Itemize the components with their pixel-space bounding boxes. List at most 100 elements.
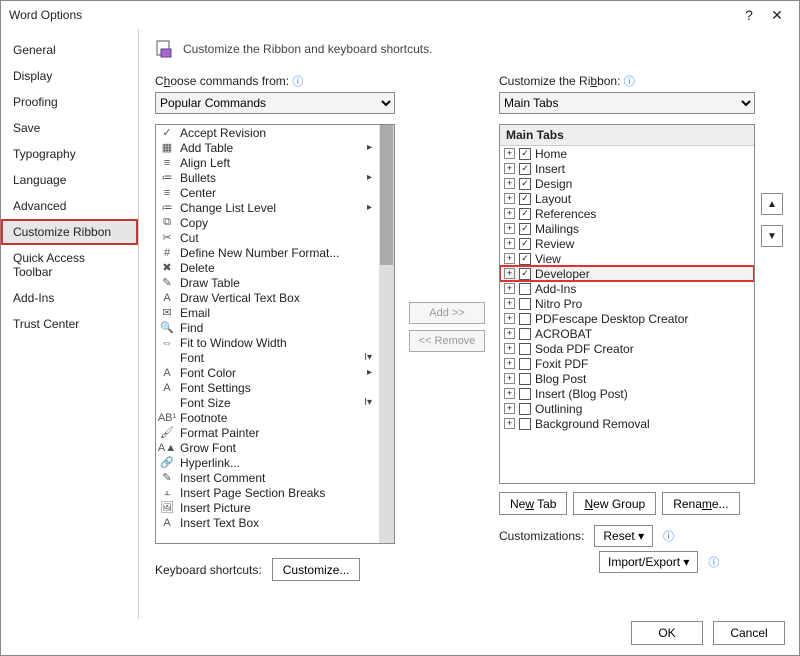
tab-checkbox[interactable]: ✓ — [519, 163, 531, 175]
info-icon[interactable]: ⓘ — [624, 76, 635, 88]
command-item[interactable]: ≡Center — [156, 185, 394, 200]
expand-icon[interactable]: + — [504, 343, 515, 354]
command-item[interactable]: AB¹Footnote — [156, 410, 394, 425]
tab-checkbox[interactable]: ✓ — [519, 148, 531, 160]
sidebar-item-display[interactable]: Display — [1, 63, 138, 89]
tab-checkbox[interactable] — [519, 343, 531, 355]
tab-item-add-ins[interactable]: +Add-Ins — [500, 281, 754, 296]
sidebar-item-proofing[interactable]: Proofing — [1, 89, 138, 115]
command-item[interactable]: ≡Align Left — [156, 155, 394, 170]
tab-checkbox[interactable] — [519, 418, 531, 430]
command-item[interactable]: ✂Cut — [156, 230, 394, 245]
expand-icon[interactable]: + — [504, 298, 515, 309]
expand-icon[interactable]: + — [504, 313, 515, 324]
command-item[interactable]: 🖼Insert Picture — [156, 500, 394, 515]
expand-icon[interactable]: + — [504, 388, 515, 399]
command-item[interactable]: ▦Add Table▸ — [156, 140, 394, 155]
tab-item-soda-pdf-creator[interactable]: +Soda PDF Creator — [500, 341, 754, 356]
new-tab-button[interactable]: New Tab — [499, 492, 567, 515]
customize-ribbon-combo[interactable]: Main Tabs — [499, 92, 755, 114]
command-item[interactable]: 🖌Format Painter — [156, 425, 394, 440]
tab-checkbox[interactable]: ✓ — [519, 178, 531, 190]
reset-button[interactable]: Reset — [594, 525, 653, 547]
expand-icon[interactable]: + — [504, 223, 515, 234]
scroll-thumb[interactable] — [380, 125, 393, 265]
sidebar-item-general[interactable]: General — [1, 37, 138, 63]
expand-icon[interactable]: + — [504, 178, 515, 189]
add-button[interactable]: Add >> — [409, 302, 485, 324]
tab-item-developer[interactable]: +✓Developer — [500, 266, 754, 281]
tab-item-acrobat[interactable]: +ACROBAT — [500, 326, 754, 341]
info-icon[interactable]: ⓘ — [663, 528, 674, 544]
expand-icon[interactable]: + — [504, 193, 515, 204]
scrollbar[interactable] — [379, 125, 394, 543]
info-icon[interactable]: ⓘ — [708, 554, 719, 570]
tab-checkbox[interactable]: ✓ — [519, 253, 531, 265]
expand-icon[interactable]: + — [504, 253, 515, 264]
command-item[interactable]: ✖Delete — [156, 260, 394, 275]
ok-button[interactable]: OK — [631, 621, 703, 645]
command-item[interactable]: ⇔Fit to Window Width — [156, 335, 394, 350]
expand-icon[interactable]: + — [504, 208, 515, 219]
tab-item-outlining[interactable]: +Outlining — [500, 401, 754, 416]
tab-item-background-removal[interactable]: +Background Removal — [500, 416, 754, 431]
move-down-button[interactable]: ▼ — [761, 225, 783, 247]
sidebar-item-save[interactable]: Save — [1, 115, 138, 141]
tab-checkbox[interactable] — [519, 283, 531, 295]
move-up-button[interactable]: ▲ — [761, 193, 783, 215]
command-item[interactable]: ≔Change List Level▸ — [156, 200, 394, 215]
tab-item-design[interactable]: +✓Design — [500, 176, 754, 191]
close-button[interactable]: ✕ — [763, 7, 791, 24]
command-item[interactable]: ✓Accept Revision — [156, 125, 394, 140]
expand-icon[interactable]: + — [504, 418, 515, 429]
expand-icon[interactable]: + — [504, 283, 515, 294]
tab-item-references[interactable]: +✓References — [500, 206, 754, 221]
tab-checkbox[interactable]: ✓ — [519, 238, 531, 250]
sidebar-item-quick-access-toolbar[interactable]: Quick Access Toolbar — [1, 245, 138, 285]
tab-checkbox[interactable] — [519, 298, 531, 310]
tab-checkbox[interactable]: ✓ — [519, 268, 531, 280]
cancel-button[interactable]: Cancel — [713, 621, 785, 645]
tab-checkbox[interactable] — [519, 388, 531, 400]
choose-commands-combo[interactable]: Popular Commands — [155, 92, 395, 114]
tab-item-foxit-pdf[interactable]: +Foxit PDF — [500, 356, 754, 371]
new-group-button[interactable]: New Group — [573, 492, 656, 515]
command-item[interactable]: ✉Email — [156, 305, 394, 320]
sidebar-item-language[interactable]: Language — [1, 167, 138, 193]
tab-item-insert[interactable]: +✓Insert — [500, 161, 754, 176]
sidebar-item-advanced[interactable]: Advanced — [1, 193, 138, 219]
tab-checkbox[interactable]: ✓ — [519, 208, 531, 220]
expand-icon[interactable]: + — [504, 373, 515, 384]
command-item[interactable]: 🔍Find — [156, 320, 394, 335]
import-export-button[interactable]: Import/Export — [599, 551, 698, 573]
tab-item-mailings[interactable]: +✓Mailings — [500, 221, 754, 236]
command-item[interactable]: Font SizeI▾ — [156, 395, 394, 410]
command-item[interactable]: ✎Insert Comment — [156, 470, 394, 485]
expand-icon[interactable]: + — [504, 358, 515, 369]
expand-icon[interactable]: + — [504, 268, 515, 279]
tab-item-view[interactable]: +✓View — [500, 251, 754, 266]
sidebar-item-trust-center[interactable]: Trust Center — [1, 311, 138, 337]
tab-checkbox[interactable] — [519, 358, 531, 370]
tab-item-pdfescape-desktop-creator[interactable]: +PDFescape Desktop Creator — [500, 311, 754, 326]
tab-checkbox[interactable] — [519, 313, 531, 325]
tab-checkbox[interactable] — [519, 403, 531, 415]
command-item[interactable]: AFont Settings — [156, 380, 394, 395]
tab-item-nitro-pro[interactable]: +Nitro Pro — [500, 296, 754, 311]
help-button[interactable]: ? — [735, 7, 763, 23]
expand-icon[interactable]: + — [504, 238, 515, 249]
command-item[interactable]: FontI▾ — [156, 350, 394, 365]
ribbon-tabs-tree[interactable]: Main Tabs +✓Home+✓Insert+✓Design+✓Layout… — [499, 124, 755, 484]
command-item[interactable]: AInsert Text Box — [156, 515, 394, 530]
commands-listbox[interactable]: ✓Accept Revision▦Add Table▸≡Align Left≔B… — [155, 124, 395, 544]
expand-icon[interactable]: + — [504, 163, 515, 174]
tab-item-review[interactable]: +✓Review — [500, 236, 754, 251]
tab-item-blog-post[interactable]: +Blog Post — [500, 371, 754, 386]
info-icon[interactable]: ⓘ — [292, 76, 303, 88]
tab-checkbox[interactable] — [519, 373, 531, 385]
expand-icon[interactable]: + — [504, 328, 515, 339]
command-item[interactable]: A▲Grow Font — [156, 440, 394, 455]
command-item[interactable]: ⧉Copy — [156, 215, 394, 230]
expand-icon[interactable]: + — [504, 148, 515, 159]
tab-checkbox[interactable] — [519, 328, 531, 340]
